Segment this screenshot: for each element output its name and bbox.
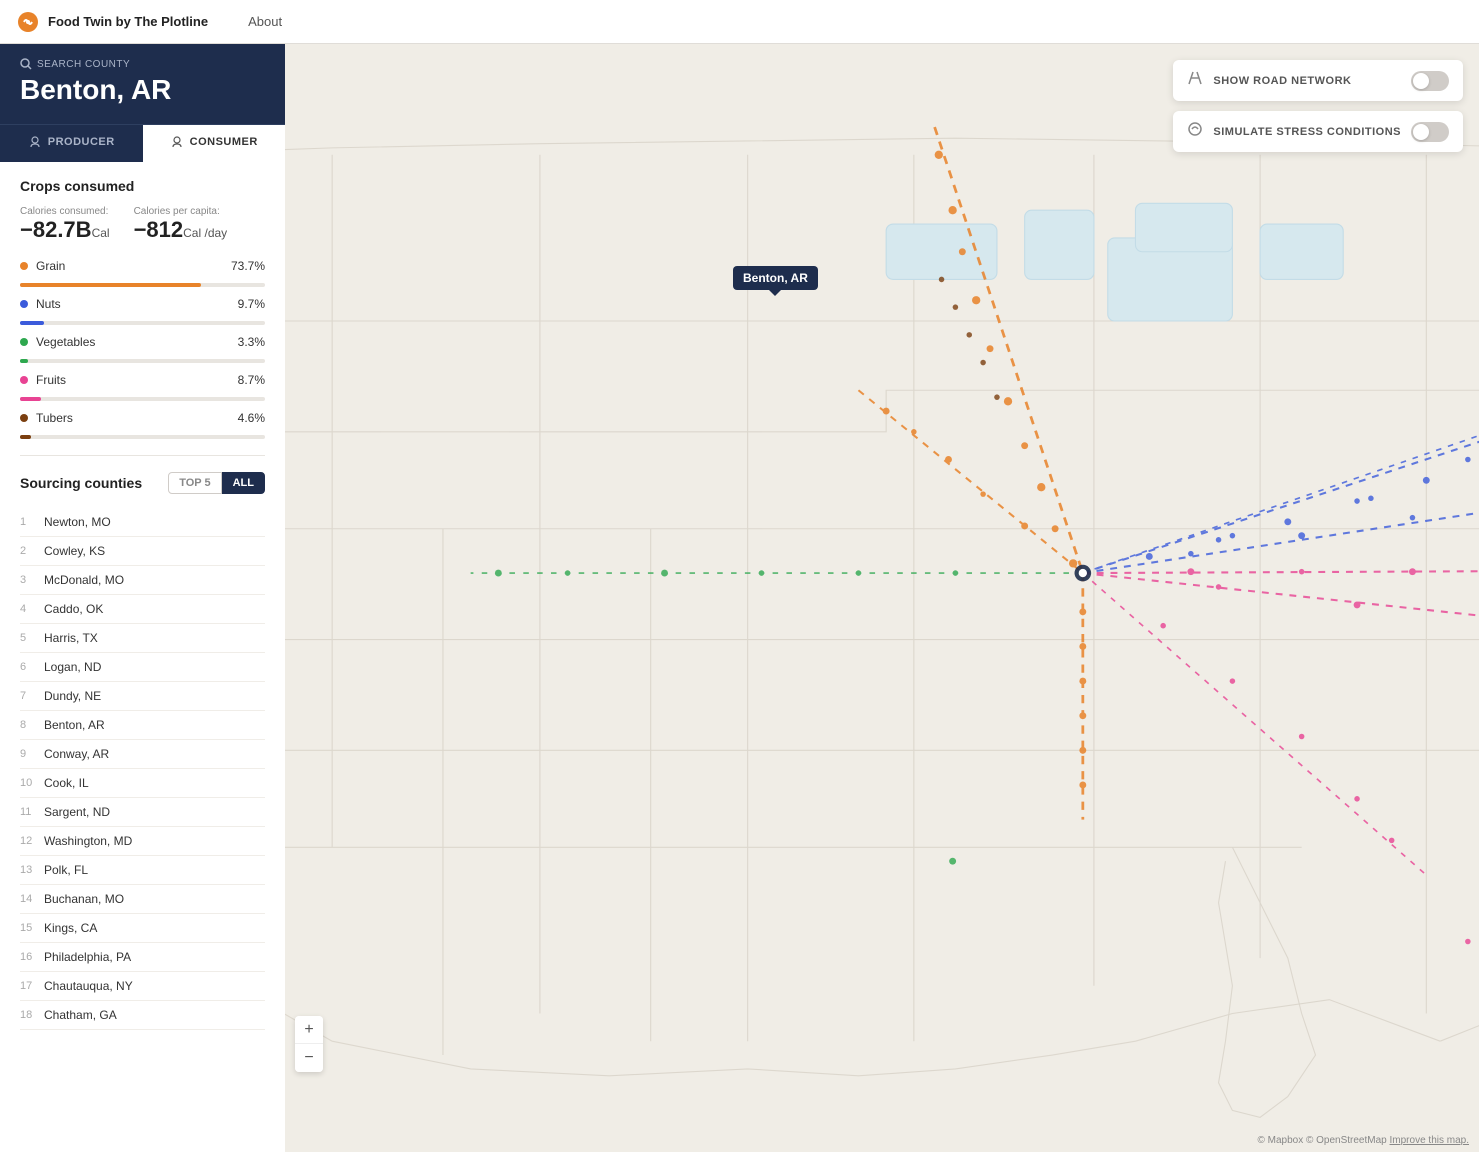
list-item[interactable]: 11 Sargent, ND [20,798,265,827]
list-item[interactable]: 3 McDonald, MO [20,566,265,595]
map-svg [285,44,1479,1152]
county-list: 1 Newton, MO 2 Cowley, KS 3 McDonald, MO… [20,508,265,1030]
calories-consumed-stat: Calories consumed: −82.7BCal [20,206,110,243]
toggle-knob-stress [1413,124,1429,140]
zoom-in-button[interactable]: + [295,1016,323,1044]
tab-producer[interactable]: PRODUCER [0,125,143,162]
map-attribution: © Mapbox © OpenStreetMap Improve this ma… [1257,1135,1469,1146]
list-item[interactable]: 7 Dundy, NE [20,682,265,711]
map-area: Benton, AR SHOW ROAD NETWORK SIMULATE ST… [285,44,1479,1152]
list-item[interactable]: 12 Washington, MD [20,827,265,856]
list-item[interactable]: 4 Caddo, OK [20,595,265,624]
search-icon [20,58,32,70]
county-header: SEARCH COUNTY Benton, AR [0,44,285,124]
crop-item: Tubers 4.6% [20,411,265,439]
list-item[interactable]: 16 Philadelphia, PA [20,943,265,972]
road-network-toggle[interactable] [1411,71,1449,91]
nav-about[interactable]: About [248,14,282,29]
road-network-icon [1187,70,1203,91]
logo-area: Food Twin by The Plotline [16,10,208,34]
stress-label: SIMULATE STRESS CONDITIONS [1213,126,1401,138]
county-title: Benton, AR [20,74,265,106]
road-network-label: SHOW ROAD NETWORK [1213,75,1401,87]
stress-icon [1187,121,1203,142]
search-county-button[interactable]: SEARCH COUNTY [20,58,265,70]
list-item[interactable]: 13 Polk, FL [20,856,265,885]
toggle-knob [1413,73,1429,89]
improve-map-link[interactable]: Improve this map. [1390,1135,1469,1146]
list-item[interactable]: 5 Harris, TX [20,624,265,653]
list-item[interactable]: 14 Buchanan, MO [20,885,265,914]
sourcing-title: Sourcing counties [20,475,142,491]
sourcing-section: Sourcing counties TOP 5 ALL 1 Newton, MO… [20,472,265,1030]
stress-toggle[interactable] [1411,122,1449,142]
panel-content: Crops consumed Calories consumed: −82.7B… [0,162,285,1152]
tab-consumer[interactable]: CONSUMER [143,125,286,162]
crops-section: Crops consumed Calories consumed: −82.7B… [20,178,265,439]
stats-row: Calories consumed: −82.7BCal Calories pe… [20,206,265,243]
zoom-out-button[interactable]: − [295,1044,323,1072]
logo-text: Food Twin by The Plotline [48,14,208,29]
crops-title: Crops consumed [20,178,265,194]
producer-icon [28,135,42,149]
crop-item: Fruits 8.7% [20,373,265,401]
stress-conditions-card: SIMULATE STRESS CONDITIONS [1173,111,1463,152]
list-item[interactable]: 2 Cowley, KS [20,537,265,566]
logo-icon [16,10,40,34]
overlay-controls: SHOW ROAD NETWORK SIMULATE STRESS CONDIT… [1173,60,1463,152]
calories-consumed-value: −82.7BCal [20,217,110,243]
road-network-card: SHOW ROAD NETWORK [1173,60,1463,101]
consumer-icon [170,135,184,149]
sourcing-header: Sourcing counties TOP 5 ALL [20,472,265,494]
list-item[interactable]: 15 Kings, CA [20,914,265,943]
left-panel: SEARCH COUNTY Benton, AR PRODUCER CONSUM… [0,44,285,1152]
crop-bars: Grain 73.7% Nuts 9.7% Vegetables 3.3% [20,259,265,439]
list-item[interactable]: 10 Cook, IL [20,769,265,798]
crop-item: Grain 73.7% [20,259,265,287]
tabs-bar: PRODUCER CONSUMER [0,124,285,162]
filter-top5-button[interactable]: TOP 5 [168,472,221,494]
list-item[interactable]: 9 Conway, AR [20,740,265,769]
list-item[interactable]: 8 Benton, AR [20,711,265,740]
filter-buttons: TOP 5 ALL [168,472,265,494]
crop-item: Vegetables 3.3% [20,335,265,363]
filter-all-button[interactable]: ALL [222,472,265,494]
list-item[interactable]: 17 Chautauqua, NY [20,972,265,1001]
top-nav: Food Twin by The Plotline About [0,0,1479,44]
list-item[interactable]: 18 Chatham, GA [20,1001,265,1030]
list-item[interactable]: 6 Logan, ND [20,653,265,682]
crop-item: Nuts 9.7% [20,297,265,325]
calories-per-capita-stat: Calories per capita: −812Cal /day [134,206,228,243]
calories-per-capita-value: −812Cal /day [134,217,228,243]
list-item[interactable]: 1 Newton, MO [20,508,265,537]
divider [20,455,265,456]
zoom-control: + − [295,1016,323,1072]
